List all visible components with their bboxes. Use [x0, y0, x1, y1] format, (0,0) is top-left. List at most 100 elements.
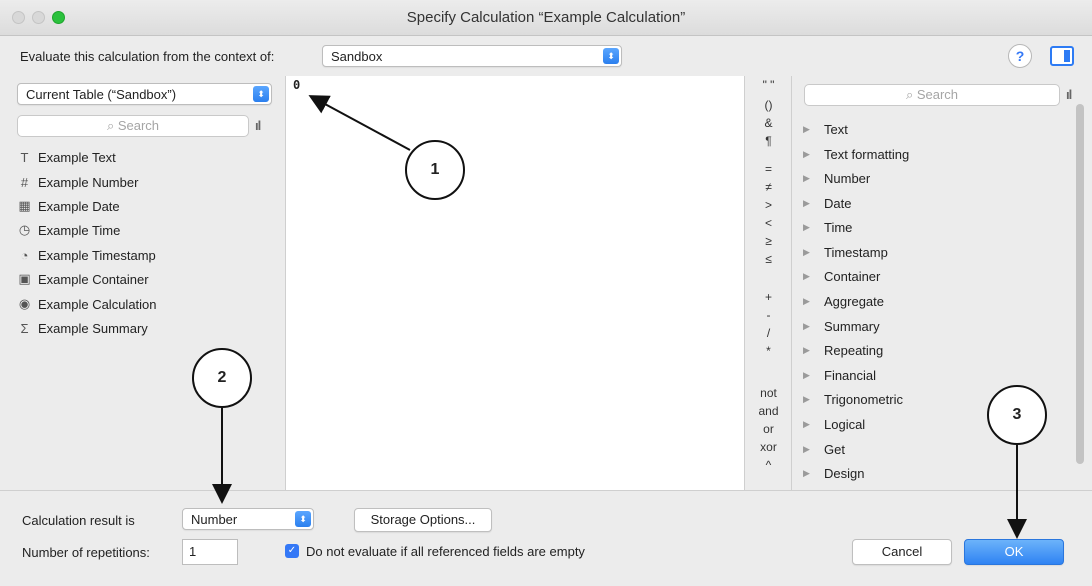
function-category[interactable]: ▶ Get	[803, 438, 845, 460]
function-category[interactable]: ▶ Trigonometric	[803, 388, 903, 410]
field-item[interactable]: # Example Number	[17, 171, 139, 193]
do-not-evaluate-checkbox[interactable]: ✓	[285, 544, 299, 558]
disclosure-triangle-icon: ▶	[803, 246, 810, 257]
number-field-icon: #	[20, 174, 29, 190]
operator-plus[interactable]: +	[745, 290, 792, 304]
field-item[interactable]: ▦ Example Date	[17, 195, 119, 217]
operator-not[interactable]: not	[745, 386, 792, 400]
field-item[interactable]: ▣ Example Container	[17, 268, 149, 290]
context-select[interactable]: Sandbox ⬍	[322, 45, 622, 67]
function-category-label: Get	[824, 441, 845, 457]
function-category-label: Logical	[824, 416, 866, 432]
function-category[interactable]: ▶ Summary	[803, 315, 880, 337]
field-item[interactable]: ◉ Example Calculation	[17, 293, 157, 315]
operator-less-equal[interactable]: ≤	[745, 252, 792, 266]
field-item[interactable]: T Example Text	[17, 146, 116, 168]
operator-equals[interactable]: =	[745, 162, 792, 176]
field-name: Example Container	[38, 271, 149, 287]
calculation-editor[interactable]: 0	[285, 76, 745, 490]
disclosure-triangle-icon: ▶	[803, 467, 810, 478]
callout-1: 1	[405, 140, 465, 200]
summary-sigma-icon: Σ	[20, 320, 29, 336]
operator-greater-equal[interactable]: ≥	[745, 234, 792, 248]
function-category[interactable]: ▶ Design	[803, 462, 864, 484]
table-select[interactable]: Current Table (“Sandbox”) ⬍	[17, 83, 272, 105]
function-category[interactable]: ▶ Repeating	[803, 339, 883, 361]
operator-greater[interactable]: >	[745, 198, 792, 212]
function-category-label: Trigonometric	[824, 391, 903, 407]
operator-less[interactable]: <	[745, 216, 792, 230]
function-category-label: Summary	[824, 318, 880, 334]
container-image-icon: ▣	[18, 271, 31, 286]
function-category-label: Design	[824, 465, 865, 481]
function-category-label: Container	[824, 268, 881, 284]
result-type-label: Calculation result is	[22, 513, 135, 528]
operators-column: " " () & ¶ = ≠ > < ≥ ≤ + - / * not and o…	[745, 76, 792, 490]
disclosure-triangle-icon: ▶	[803, 295, 810, 306]
function-category[interactable]: ▶ Container	[803, 265, 880, 287]
function-category[interactable]: ▶ Time	[803, 216, 852, 238]
function-category-label: Date	[824, 195, 852, 211]
field-item[interactable]: ◔ Example Timestamp	[17, 244, 156, 266]
operator-ampersand[interactable]: &	[745, 116, 792, 130]
result-type-select[interactable]: Number ⬍	[182, 508, 314, 530]
field-name: Example Timestamp	[38, 247, 156, 263]
ok-button[interactable]: OK	[964, 539, 1064, 565]
disclosure-triangle-icon: ▶	[803, 418, 810, 429]
table-select-value: Current Table (“Sandbox”)	[26, 87, 177, 102]
context-row: Evaluate this calculation from the conte…	[0, 36, 1092, 76]
field-name: Example Summary	[38, 320, 148, 336]
operator-quotes[interactable]: " "	[745, 78, 792, 92]
editor-text[interactable]: 0	[293, 78, 300, 92]
disclosure-triangle-icon: ▶	[803, 443, 810, 454]
function-category-label: Number	[824, 170, 871, 186]
chevron-updown-icon: ⬍	[295, 511, 311, 527]
function-category[interactable]: ▶ Text	[803, 118, 848, 140]
function-category-label: Aggregate	[824, 293, 884, 309]
function-category-label: Text	[824, 121, 848, 137]
function-category[interactable]: ▶ Timestamp	[803, 241, 888, 263]
text-field-icon: T	[20, 149, 29, 165]
function-category[interactable]: ▶ Financial	[803, 364, 876, 386]
timestamp-icon: ◔	[20, 247, 29, 263]
operator-not-equal[interactable]: ≠	[745, 180, 792, 194]
function-list-scrollbar[interactable]	[1076, 104, 1084, 464]
operator-and[interactable]: and	[745, 404, 792, 418]
disclosure-triangle-icon: ▶	[803, 369, 810, 380]
toggle-sidebar-button[interactable]	[1050, 46, 1074, 66]
function-search-input[interactable]: ⌕ Search	[804, 84, 1060, 106]
operator-minus[interactable]: -	[745, 308, 792, 322]
do-not-evaluate-label: Do not evaluate if all referenced fields…	[306, 544, 585, 559]
operator-xor[interactable]: xor	[745, 440, 792, 454]
function-search-placeholder: Search	[916, 87, 959, 102]
help-button[interactable]: ?	[1008, 44, 1032, 68]
disclosure-triangle-icon: ▶	[803, 221, 810, 232]
sort-bars-icon[interactable]: ıl	[255, 118, 261, 133]
storage-options-button[interactable]: Storage Options...	[354, 508, 492, 532]
disclosure-triangle-icon: ▶	[803, 148, 810, 159]
disclosure-triangle-icon: ▶	[803, 344, 810, 355]
operator-pilcrow[interactable]: ¶	[745, 134, 792, 148]
operator-or[interactable]: or	[745, 422, 792, 436]
operator-power[interactable]: ^	[745, 458, 792, 472]
field-item[interactable]: Σ Example Summary	[17, 317, 148, 339]
function-category[interactable]: ▶ Aggregate	[803, 290, 884, 312]
title-bar: Specify Calculation “Example Calculation…	[0, 0, 1092, 36]
function-category[interactable]: ▶ Date	[803, 192, 851, 214]
cancel-button[interactable]: Cancel	[852, 539, 952, 565]
function-category-label: Financial	[824, 367, 877, 383]
operator-parens[interactable]: ()	[745, 98, 792, 112]
sort-bars-icon[interactable]: ıl	[1066, 87, 1072, 102]
disclosure-triangle-icon: ▶	[803, 172, 810, 183]
disclosure-triangle-icon: ▶	[803, 393, 810, 404]
repetitions-input[interactable]: 1	[182, 539, 238, 565]
field-item[interactable]: ◷ Example Time	[17, 219, 121, 241]
operator-divide[interactable]: /	[745, 326, 792, 340]
function-category-label: Time	[824, 219, 853, 235]
operator-multiply[interactable]: *	[745, 344, 792, 358]
function-category[interactable]: ▶ Number	[803, 167, 870, 189]
field-search-input[interactable]: ⌕ Search	[17, 115, 249, 137]
function-category[interactable]: ▶ Text formatting	[803, 143, 909, 165]
window-title: Specify Calculation “Example Calculation…	[406, 9, 686, 26]
function-category[interactable]: ▶ Logical	[803, 413, 865, 435]
